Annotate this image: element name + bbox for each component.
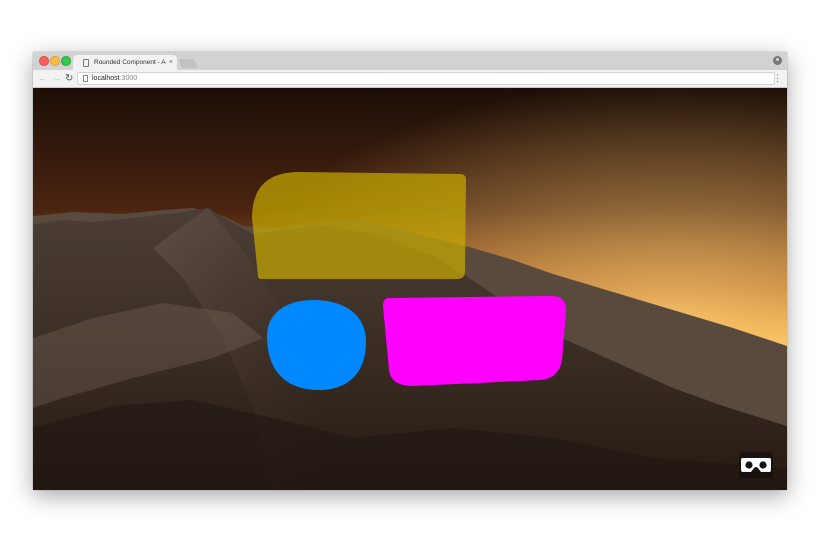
tab-title: Rounded Component - A-Fram (94, 59, 166, 66)
new-tab-button[interactable] (178, 59, 198, 68)
enter-vr-button[interactable] (739, 452, 773, 478)
page-info-icon[interactable] (83, 75, 88, 82)
vr-headset-icon (741, 458, 771, 472)
url-host: localhost (92, 75, 120, 82)
magenta-rounded-panel (383, 296, 567, 386)
aframe-scene[interactable] (33, 88, 787, 490)
window-close-button[interactable] (39, 56, 49, 66)
browser-toolbar: ← → ↻ localhost:3000 ⋮ (33, 70, 787, 88)
back-button[interactable]: ← (38, 73, 47, 84)
tab-close-icon[interactable]: × (169, 59, 173, 66)
blue-rounded-panel (267, 300, 366, 390)
yellow-rounded-panel (252, 172, 466, 279)
reload-button[interactable]: ↻ (65, 73, 73, 84)
window-maximize-button[interactable] (61, 56, 71, 66)
window-minimize-button[interactable] (50, 56, 60, 66)
aframe-scene-viewport[interactable] (33, 88, 787, 490)
forward-button[interactable]: → (52, 73, 61, 84)
url-port: :3000 (119, 75, 138, 82)
browser-window: Rounded Component - A-Fram × ← → ↻ local… (33, 52, 787, 490)
address-bar[interactable]: localhost:3000 (77, 72, 775, 85)
tab-strip: Rounded Component - A-Fram × (33, 52, 787, 70)
profile-icon[interactable] (773, 56, 782, 65)
browser-menu-icon[interactable]: ⋮ (773, 73, 782, 84)
tab-rounded-component[interactable]: Rounded Component - A-Fram × (73, 55, 177, 70)
page-icon (83, 58, 89, 67)
